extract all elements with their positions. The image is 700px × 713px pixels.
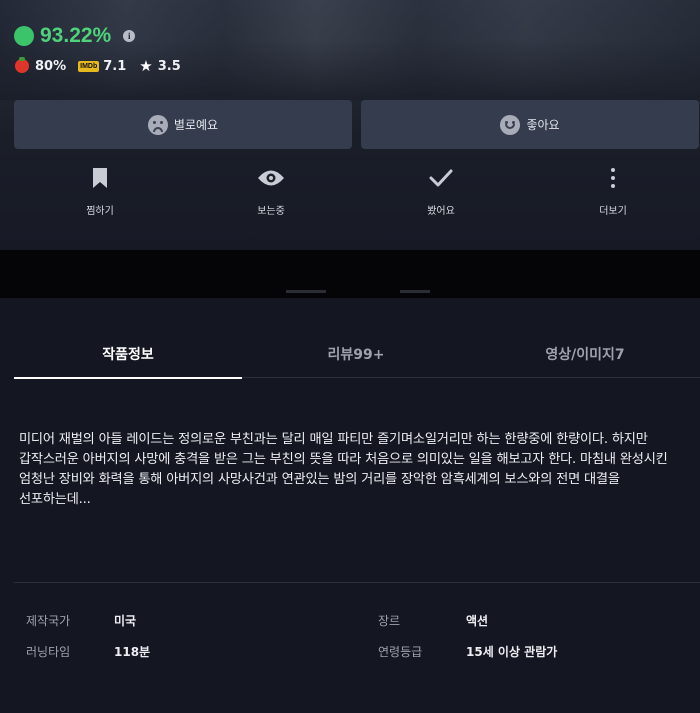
detail-label: 러닝타임: [26, 645, 71, 659]
action-label: 봤어요: [427, 206, 455, 217]
score-row: 93.22% i: [14, 24, 136, 48]
like-button[interactable]: 좋아요: [361, 100, 699, 149]
tab-bar: 작품정보 리뷰99+ 영상/이미지7: [14, 330, 700, 379]
tab-reviews[interactable]: 리뷰99+: [242, 330, 470, 378]
detail-label: 연령등급: [378, 645, 423, 659]
dislike-label: 별로예요: [173, 118, 219, 132]
like-label: 좋아요: [526, 118, 560, 132]
tab-media[interactable]: 영상/이미지7: [471, 330, 699, 378]
divider: [14, 582, 700, 583]
tomato-icon: [15, 57, 29, 73]
detail-value: 액션: [466, 614, 489, 628]
detail-value: 미국: [114, 614, 137, 628]
detail-label: 장르: [378, 614, 401, 628]
info-icon[interactable]: i: [123, 30, 136, 42]
sad-face-icon: [147, 114, 168, 135]
action-label: 찜하기: [86, 206, 114, 217]
check-icon: [429, 165, 453, 191]
more-vertical-icon: [610, 165, 616, 191]
backdrop-image: [0, 0, 700, 100]
eye-icon: [257, 165, 285, 191]
happy-face-icon: [500, 114, 521, 135]
imdb-icon: IMDb: [78, 60, 100, 72]
bookmark-icon: [92, 165, 108, 191]
media-strip: [0, 250, 700, 298]
detail-age-rating: 연령등급 15세 이상 관람가: [378, 643, 678, 659]
watching-button[interactable]: 보는중: [211, 165, 331, 217]
score-dot-icon: [14, 26, 34, 46]
imdb-score: 7.1: [103, 58, 127, 74]
detail-value: 118분: [114, 645, 151, 659]
match-score: 93.22%: [40, 24, 112, 47]
more-button[interactable]: 더보기: [553, 165, 673, 217]
star-icon: ★: [139, 57, 153, 75]
action-label: 더보기: [599, 206, 627, 217]
action-label: 보는중: [257, 206, 285, 217]
star-score: 3.5: [157, 58, 181, 74]
wishlist-button[interactable]: 찜하기: [40, 165, 160, 217]
tab-info[interactable]: 작품정보: [14, 330, 242, 379]
detail-country: 제작국가 미국: [26, 612, 356, 628]
synopsis-text: 미디어 재벌의 아들 레이드는 정의로운 부친과는 달리 매일 파티만 즐기며소…: [19, 432, 668, 507]
ratings-row: 80% IMDb 7.1 ★ 3.5: [15, 57, 181, 75]
hero-panel: 93.22% i 80% IMDb 7.1 ★ 3.5 별로예요 좋아요 찜하기…: [0, 0, 700, 250]
detail-label: 제작국가: [26, 614, 71, 628]
dislike-button[interactable]: 별로예요: [14, 100, 352, 149]
tomato-score: 80%: [35, 58, 67, 74]
detail-genre: 장르 액션: [378, 612, 678, 628]
watched-button[interactable]: 봤어요: [381, 165, 501, 217]
detail-value: 15세 이상 관람가: [466, 645, 558, 659]
detail-runtime: 러닝타임 118분: [26, 643, 356, 659]
